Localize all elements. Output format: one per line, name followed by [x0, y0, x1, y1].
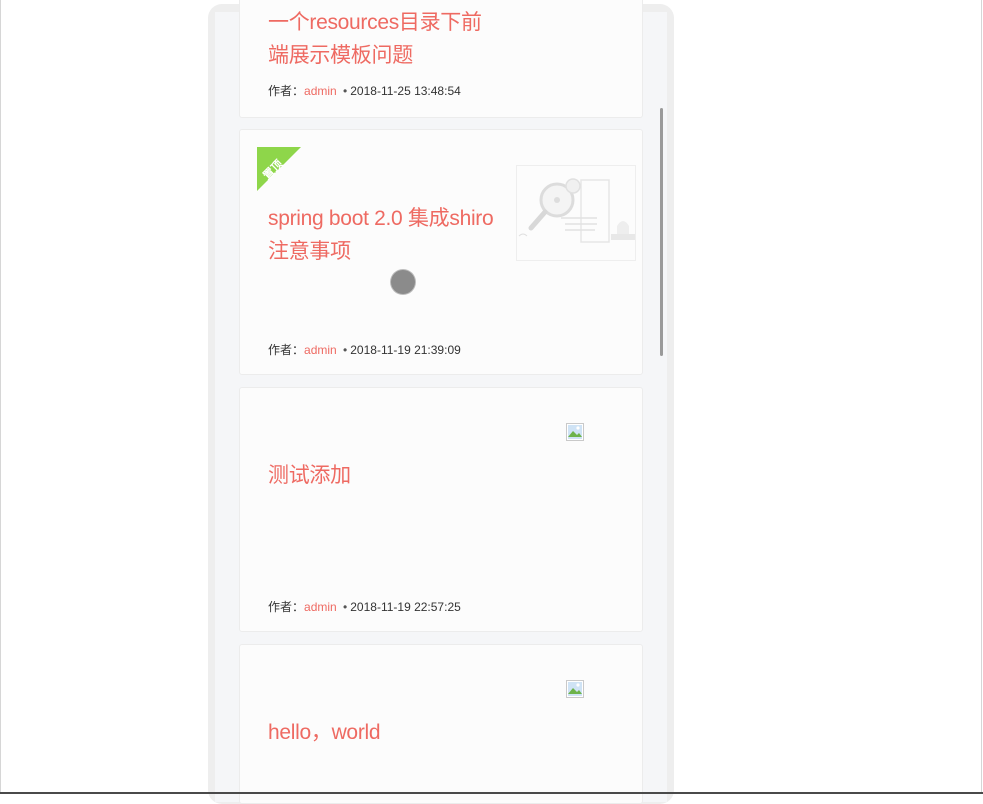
post-title-line: hello，world — [268, 721, 381, 744]
post-meta: 作者：admin • 2018-11-19 22:57:25 — [268, 598, 461, 615]
meta-separator: • — [343, 343, 348, 357]
empty-search-illustration-icon — [518, 178, 635, 243]
post-title-line: 端展示模板问题 — [268, 44, 413, 67]
author-label: 作者： — [268, 84, 305, 98]
author-link[interactable]: admin — [304, 600, 337, 614]
post-date: 2018-11-25 13:48:54 — [350, 84, 461, 98]
broken-image-icon[interactable] — [566, 423, 584, 441]
pinned-badge: 置顶 — [257, 147, 301, 191]
author-link[interactable]: admin — [304, 343, 337, 357]
author-label: 作者： — [268, 600, 305, 614]
author-label: 作者： — [268, 343, 305, 357]
post-card[interactable]: 置顶 spring boot 2.0 集成shiro 注意事项 作者：admin… — [239, 129, 643, 375]
post-card[interactable]: 一个resources目录下前 端展示模板问题 作者：admin • 2018-1… — [239, 0, 643, 118]
author-link[interactable]: admin — [304, 84, 337, 98]
post-title-line: 测试添加 — [268, 464, 351, 487]
post-thumbnail[interactable] — [516, 165, 636, 261]
post-title-line: 一个resources目录下前 — [268, 11, 482, 34]
post-title[interactable]: 测试添加 — [268, 459, 518, 492]
meta-separator: • — [343, 600, 348, 614]
scrollbar-thumb[interactable] — [660, 108, 663, 356]
post-title[interactable]: hello，world — [268, 716, 518, 749]
post-title-line: 注意事项 — [268, 240, 351, 263]
window-border-left — [0, 0, 1, 794]
post-title[interactable]: spring boot 2.0 集成shiro 注意事项 — [268, 202, 518, 268]
post-title-line: spring boot 2.0 集成shiro — [268, 207, 494, 230]
meta-separator: • — [343, 84, 348, 98]
post-date: 2018-11-19 21:39:09 — [350, 343, 461, 357]
post-card[interactable]: hello，world — [239, 644, 643, 804]
post-card[interactable]: 测试添加 作者：admin • 2018-11-19 22:57:25 — [239, 387, 643, 632]
post-meta: 作者：admin • 2018-11-25 13:48:54 — [268, 82, 461, 99]
window-border-right — [981, 0, 982, 794]
broken-image-icon[interactable] — [566, 680, 584, 698]
post-meta: 作者：admin • 2018-11-19 21:39:09 — [268, 341, 461, 358]
post-title[interactable]: 一个resources目录下前 端展示模板问题 — [268, 6, 518, 72]
loading-indicator — [391, 270, 415, 294]
post-date: 2018-11-19 22:57:25 — [350, 600, 461, 614]
